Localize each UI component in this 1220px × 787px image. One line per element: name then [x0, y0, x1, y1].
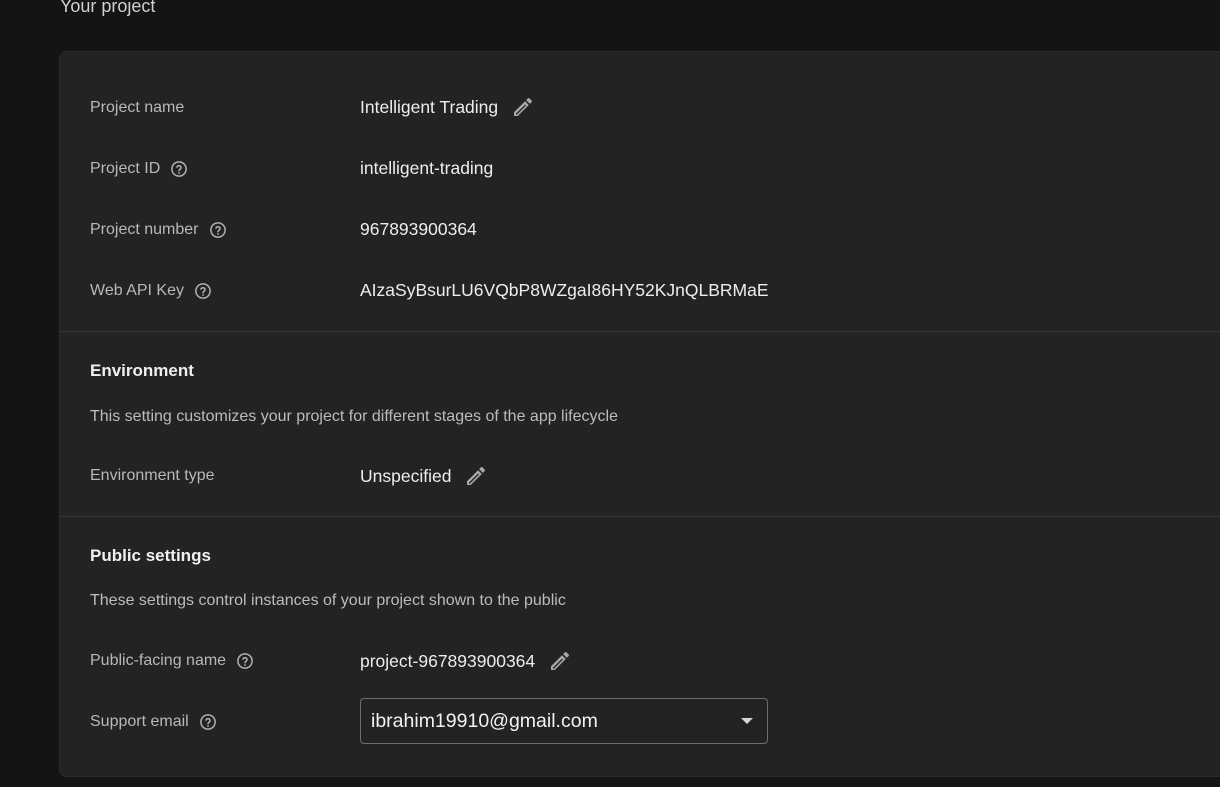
project-settings-card: Project name Intelligent Trading Project…: [59, 51, 1220, 777]
environment-type-label: Environment type: [90, 464, 215, 488]
project-number-label-text: Project number: [90, 221, 199, 238]
public-settings-title: Public settings: [90, 546, 211, 565]
project-id-value-row: intelligent-trading: [360, 155, 493, 181]
public-facing-name-value-row: project-967893900364: [360, 648, 574, 674]
support-email-select[interactable]: ibrahim19910@gmail.com: [360, 698, 768, 744]
public-facing-name-label: Public-facing name: [90, 649, 255, 673]
project-settings-page: Your project Project name Intelligent Tr…: [0, 0, 1220, 787]
web-api-key-label-text: Web API Key: [90, 282, 184, 299]
edit-project-name-pencil-icon[interactable]: [509, 93, 537, 121]
public-facing-name-label-text: Public-facing name: [90, 652, 227, 669]
public-facing-name-help-icon[interactable]: [235, 651, 255, 671]
project-id-label-text: Project ID: [90, 160, 161, 177]
project-id-value: intelligent-trading: [360, 157, 494, 178]
section-heading: Your project: [60, 0, 156, 16]
web-api-key-help-icon[interactable]: [193, 281, 213, 301]
project-number-value: 967893900364: [360, 218, 477, 239]
arrow-drop-down-icon: [741, 718, 753, 724]
divider-environment: [60, 331, 1220, 332]
environment-type-value: Unspecified: [360, 465, 452, 486]
project-name-label-text: Project name: [90, 99, 185, 116]
project-number-label: Project number: [90, 218, 228, 242]
environment-title: Environment: [90, 361, 194, 380]
project-id-label: Project ID: [90, 157, 189, 181]
environment-type-value-row: Unspecified: [360, 463, 490, 489]
web-api-key-value: AIzaSyBsurLU6VQbP8WZgaI86HY52KJnQLBRMaE: [360, 279, 769, 300]
public-facing-name-value: project-967893900364: [360, 650, 536, 671]
public-settings-description: These settings control instances of your…: [90, 592, 566, 609]
project-number-value-row: 967893900364: [360, 216, 477, 242]
support-email-selected-value: ibrahim19910@gmail.com: [371, 709, 598, 732]
divider-public-settings: [60, 516, 1220, 517]
project-name-label: Project name: [90, 96, 184, 120]
project-name-value: Intelligent Trading: [360, 96, 499, 117]
project-name-value-row: Intelligent Trading: [360, 94, 537, 120]
project-number-help-icon[interactable]: [208, 220, 228, 240]
edit-public-facing-name-pencil-icon[interactable]: [546, 647, 574, 675]
environment-description: This setting customizes your project for…: [90, 408, 618, 425]
environment-type-label-text: Environment type: [90, 467, 215, 484]
web-api-key-value-row: AIzaSyBsurLU6VQbP8WZgaI86HY52KJnQLBRMaE: [360, 277, 769, 303]
web-api-key-label: Web API Key: [90, 279, 213, 303]
support-email-label-text: Support email: [90, 713, 189, 730]
edit-environment-type-pencil-icon[interactable]: [462, 462, 490, 490]
support-email-help-icon[interactable]: [198, 712, 218, 732]
support-email-label: Support email: [90, 710, 218, 734]
project-id-help-icon[interactable]: [169, 159, 189, 179]
